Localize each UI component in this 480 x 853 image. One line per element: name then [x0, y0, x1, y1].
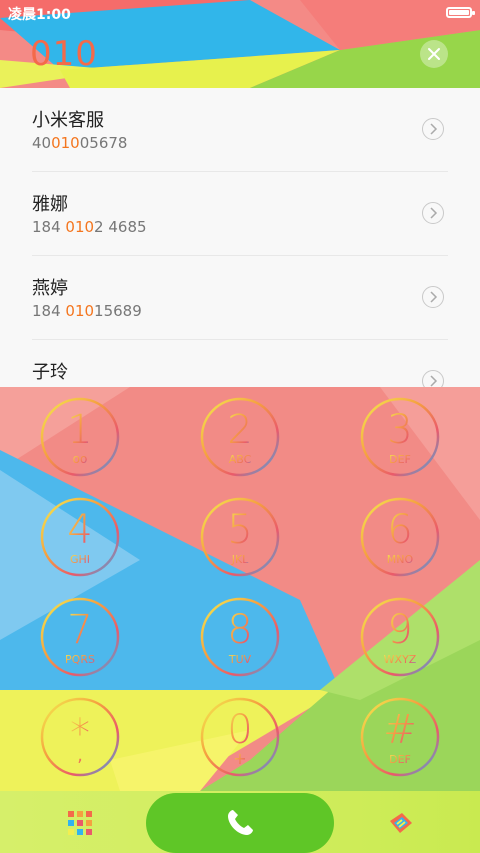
key-digit: 2 [227, 407, 252, 453]
key-5[interactable]: 5 JKL [200, 497, 280, 577]
dial-header: 010 [0, 26, 480, 88]
contact-detail-button[interactable] [422, 118, 444, 140]
status-bar: 凌晨1:00 [0, 0, 480, 26]
key-6[interactable]: 6 MNO [360, 497, 440, 577]
list-item[interactable]: 燕婷 184 01015689 [0, 256, 480, 340]
chevron-right-icon [430, 375, 438, 387]
list-item[interactable]: 子玲 [0, 340, 480, 387]
key-letters: WXYZ [384, 653, 417, 666]
key-8[interactable]: 8 TUV [200, 597, 280, 677]
key-hash[interactable]: # DEF [360, 697, 440, 777]
status-time: 凌晨1:00 [8, 7, 71, 23]
key-digit: 8 [227, 607, 252, 653]
key-digit: 3 [387, 407, 412, 453]
key-1[interactable]: 1 oo [40, 397, 120, 477]
key-4[interactable]: 4 GHI [40, 497, 120, 577]
dialpad-toggle-button[interactable] [68, 811, 92, 835]
key-letters: JKL [231, 553, 249, 566]
chevron-right-icon [430, 207, 438, 219]
key-9[interactable]: 9 WXYZ [360, 597, 440, 677]
contact-name: 小米客服 [32, 110, 104, 131]
battery-icon [446, 7, 475, 18]
phone-icon [228, 810, 253, 835]
key-letters: , [77, 745, 83, 766]
ticket-icon [390, 813, 412, 833]
key-digit: 6 [387, 507, 412, 553]
contact-detail-button[interactable] [422, 370, 444, 387]
clear-digits-button[interactable] [420, 40, 448, 68]
chevron-right-icon [430, 123, 438, 135]
contact-name: 燕婷 [32, 278, 68, 299]
key-digit: 1 [67, 407, 92, 453]
key-digit: 0 [227, 707, 252, 753]
key-letters: TUV [228, 653, 252, 666]
key-2[interactable]: 2 ABC [200, 397, 280, 477]
contact-results-list: 小米客服 4001005678 雅娜 184 0102 4685 燕婷 184 … [0, 88, 480, 387]
key-letters: DEF [389, 453, 411, 466]
contact-name: 雅娜 [32, 194, 68, 215]
contact-name: 子玲 [32, 362, 68, 383]
key-letters: MNO [387, 553, 414, 566]
dial-keypad: 1 oo 2 ABC 3 DEF 4 GHI 5 JKL 6 MNO 7 PQR… [0, 387, 480, 791]
dialed-number: 010 [30, 34, 98, 74]
list-item[interactable]: 小米客服 4001005678 [0, 88, 480, 172]
key-digit: 4 [67, 507, 92, 553]
key-digit: 5 [227, 507, 252, 553]
key-digit: # [383, 707, 417, 753]
bottom-bar [0, 791, 480, 853]
more-options-button[interactable] [386, 811, 414, 835]
voicemail-icon: oo [73, 452, 88, 466]
key-digit: 7 [67, 607, 92, 653]
dialpad-grid-icon [68, 811, 92, 835]
key-7[interactable]: 7 PQRS [40, 597, 120, 677]
key-digit: 9 [387, 607, 412, 653]
key-letters: ABC [229, 453, 252, 466]
key-letters: + [233, 749, 246, 768]
key-3[interactable]: 3 DEF [360, 397, 440, 477]
backspace-icon [428, 48, 440, 60]
list-item[interactable]: 雅娜 184 0102 4685 [0, 172, 480, 256]
key-letters: DEF [389, 753, 411, 766]
key-star[interactable]: * , [40, 697, 120, 777]
contact-detail-button[interactable] [422, 286, 444, 308]
key-0[interactable]: 0 + [200, 697, 280, 777]
contact-number: 4001005678 [32, 134, 128, 152]
call-button[interactable] [146, 793, 334, 853]
contact-number: 184 0102 4685 [32, 218, 147, 236]
key-letters: GHI [70, 553, 90, 566]
contact-number: 184 01015689 [32, 302, 142, 320]
key-letters: PQRS [65, 653, 95, 666]
chevron-right-icon [430, 291, 438, 303]
contact-detail-button[interactable] [422, 202, 444, 224]
